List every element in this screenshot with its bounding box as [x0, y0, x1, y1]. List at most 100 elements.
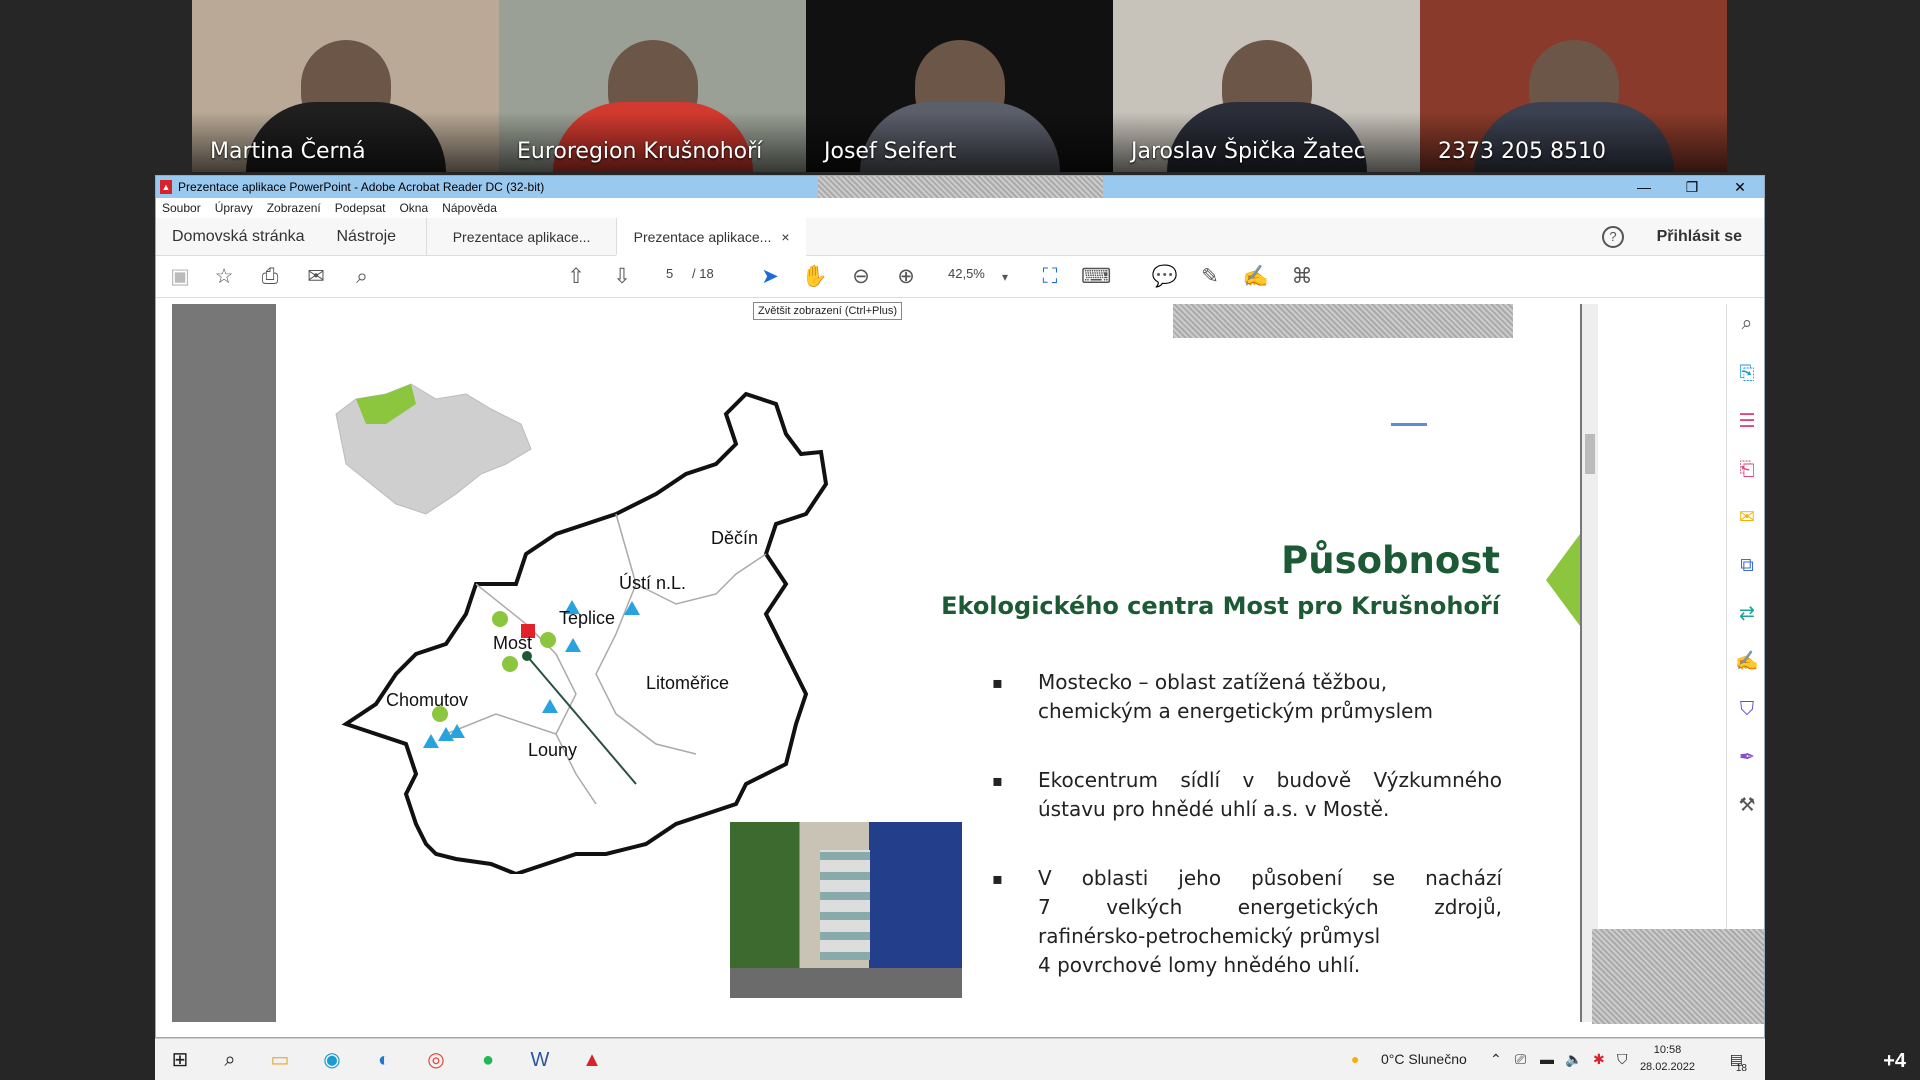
more-participants[interactable]: +4 — [1883, 1050, 1906, 1073]
tray-app-icon[interactable]: ✱ — [1593, 1051, 1605, 1068]
menu-okna[interactable]: Okna — [399, 201, 428, 215]
map-label-decin: Děčín — [711, 528, 758, 548]
participant-name: Martina Černá — [210, 139, 366, 164]
combine-files-icon[interactable]: ⧉ — [1735, 554, 1759, 578]
sign-icon[interactable]: ✍ — [1242, 264, 1270, 290]
keyboard-icon[interactable]: ⌨ — [1081, 264, 1111, 290]
chrome-icon[interactable]: ◎ — [423, 1047, 449, 1073]
email-icon[interactable]: ✉ — [302, 264, 330, 290]
page-number-input[interactable]: 5 — [666, 266, 673, 281]
zoom-dropdown-icon[interactable]: ▾ — [991, 264, 1019, 290]
comment-tool-icon[interactable]: ✉ — [1735, 506, 1759, 530]
bullet-item: V oblasti jeho působení se nachází7 velk… — [992, 864, 1502, 980]
more-tools-icon[interactable]: ⚒ — [1735, 794, 1759, 818]
menu-podepsat[interactable]: Podepsat — [335, 201, 386, 215]
marker-circle — [492, 611, 508, 627]
print-icon[interactable]: ⎙ — [256, 264, 284, 290]
tray-volume-icon[interactable]: 🔈 — [1565, 1051, 1582, 1068]
menu-zobrazeni[interactable]: Zobrazení — [267, 201, 321, 215]
login-button[interactable]: Přihlásit se — [1657, 218, 1742, 256]
close-window-button[interactable]: ✕ — [1716, 176, 1764, 198]
zoom-out-icon[interactable]: ⊖ — [847, 264, 875, 290]
tools-pane: ⌕ ⎘ ☰ ⎗ ✉ ⧉ ⇄ ✍ ⛉ ✒ ⚒ — [1726, 304, 1764, 1022]
menu-soubor[interactable]: Soubor — [162, 201, 201, 215]
toolbar: ▣ ☆ ⎙ ✉ ⌕ ⇧ ⇩ 5 / 18 ➤ ✋ ⊖ ⊕ 42,5% ▾ ⛶ ⌨… — [156, 256, 1764, 298]
tab-tools[interactable]: Nástroje — [321, 218, 427, 256]
marker-circle — [540, 632, 556, 648]
page-down-icon[interactable]: ⇩ — [608, 264, 636, 290]
stamp-icon[interactable]: ⌘ — [1288, 264, 1316, 290]
word-icon[interactable]: W — [527, 1047, 553, 1073]
marker-triangle — [565, 638, 581, 652]
menu-napoveda[interactable]: Nápověda — [442, 201, 497, 215]
marker-triangle — [449, 724, 465, 738]
page-up-icon[interactable]: ⇧ — [562, 264, 590, 290]
select-cursor-icon[interactable]: ➤ — [756, 264, 784, 290]
bullet-item: Ekocentrum sídlí v budově Výzkumnéhoústa… — [992, 766, 1502, 824]
participant-tile[interactable]: Euroregion Krušnohoří — [499, 0, 806, 172]
certificate-icon[interactable]: ✒ — [1735, 746, 1759, 770]
region-map: Děčín Ústí n.L. Teplice Most Chomutov Li… — [335, 383, 829, 874]
tray-network-icon[interactable]: ⎚ — [1515, 1051, 1526, 1068]
zoom-select[interactable]: 42,5% — [948, 266, 985, 281]
taskbar-clock[interactable]: 10:58 28.02.2022 — [1640, 1042, 1695, 1076]
participant-name: Josef Seifert — [824, 139, 957, 164]
map-label-most: Most — [493, 633, 532, 653]
comment-icon[interactable]: 💬 — [1151, 264, 1179, 290]
file-explorer-icon[interactable]: ▭ — [267, 1047, 293, 1073]
zoom-search-icon[interactable]: ⌕ — [1735, 312, 1759, 336]
marker-circle — [502, 656, 518, 672]
organize-pages-icon[interactable]: ☰ — [1735, 410, 1759, 434]
marker-triangle — [542, 699, 558, 713]
scrollbar-thumb[interactable] — [1585, 434, 1595, 474]
participant-tile[interactable]: 2373 205 8510 — [1420, 0, 1727, 172]
participant-tile[interactable]: Martina Černá — [192, 0, 499, 172]
document-area[interactable]: Děčín Ústí n.L. Teplice Most Chomutov Li… — [172, 304, 1598, 1022]
export-pdf-icon[interactable]: ⎗ — [1735, 458, 1759, 482]
weather-text[interactable]: 0°C Slunečno — [1381, 1051, 1467, 1067]
participant-name: Jaroslav Špička Žatec — [1131, 139, 1366, 164]
slide-subtitle: Ekologického centra Most pro Krušnohoří — [941, 592, 1500, 620]
create-pdf-icon[interactable]: ⎘ — [1735, 362, 1759, 386]
tab-close-icon[interactable]: × — [781, 229, 789, 245]
tray-chevron-icon[interactable]: ⌃ — [1490, 1051, 1502, 1068]
tray-battery-icon[interactable]: ▬ — [1540, 1051, 1554, 1067]
hand-tool-icon[interactable]: ✋ — [801, 264, 829, 290]
bookmark-star-icon[interactable]: ☆ — [210, 264, 238, 290]
minimize-button[interactable]: — — [1620, 176, 1668, 198]
title-bar[interactable]: ▲ Prezentace aplikace PowerPoint - Adobe… — [156, 176, 1764, 198]
vertical-scrollbar[interactable] — [1582, 304, 1598, 1022]
participant-tile[interactable]: Jaroslav Špička Žatec — [1113, 0, 1420, 172]
map-label-chomutov: Chomutov — [386, 690, 468, 710]
protect-icon[interactable]: ⛉ — [1735, 698, 1759, 722]
clock-time: 10:58 — [1653, 1044, 1682, 1056]
search-icon[interactable]: ⌕ — [348, 264, 376, 290]
app-icon[interactable]: ◉ — [319, 1047, 345, 1073]
window-title: Prezentace aplikace PowerPoint - Adobe A… — [178, 180, 545, 194]
tab-document-2[interactable]: Prezentace aplikace... × — [616, 217, 807, 256]
participant-name: 2373 205 8510 — [1438, 139, 1606, 164]
windows-start-icon[interactable]: ⊞ — [167, 1047, 193, 1073]
save-icon[interactable]: ▣ — [166, 264, 194, 290]
fit-page-icon[interactable]: ⛶ — [1036, 264, 1064, 290]
maximize-button[interactable]: ❐ — [1668, 176, 1716, 198]
tray-security-icon[interactable]: ⛉ — [1617, 1051, 1628, 1068]
tab-document-1[interactable]: Prezentace aplikace... — [426, 217, 616, 256]
help-icon[interactable]: ? — [1602, 226, 1624, 248]
participant-tile[interactable]: Josef Seifert — [806, 0, 1113, 172]
zoom-in-icon[interactable]: ⊕ — [892, 264, 920, 290]
taskbar-search-icon[interactable]: ⌕ — [217, 1047, 243, 1073]
windows-taskbar: ⊞ ⌕ ▭ ◉ ◐ ◎ ● W ▲ ● 0°C Slunečno ⌃ ⎚ ▬ 🔈… — [155, 1038, 1765, 1080]
edge-icon[interactable]: ◐ — [371, 1047, 397, 1073]
tab-home[interactable]: Domovská stránka — [156, 218, 321, 256]
acrobat-window: ▲ Prezentace aplikace PowerPoint - Adobe… — [155, 175, 1765, 1038]
fill-sign-icon[interactable]: ✍ — [1735, 650, 1759, 674]
pen-icon[interactable]: ✎ — [1196, 264, 1224, 290]
pointer-line — [526, 655, 637, 785]
acrobat-taskbar-icon[interactable]: ▲ — [579, 1047, 605, 1073]
send-for-review-icon[interactable]: ⇄ — [1735, 602, 1759, 626]
spotify-icon[interactable]: ● — [475, 1047, 501, 1073]
district-border — [445, 713, 557, 735]
bullet-item: Mostecko – oblast zatížená těžbou,chemic… — [992, 668, 1502, 726]
menu-upravy[interactable]: Úpravy — [215, 201, 253, 215]
